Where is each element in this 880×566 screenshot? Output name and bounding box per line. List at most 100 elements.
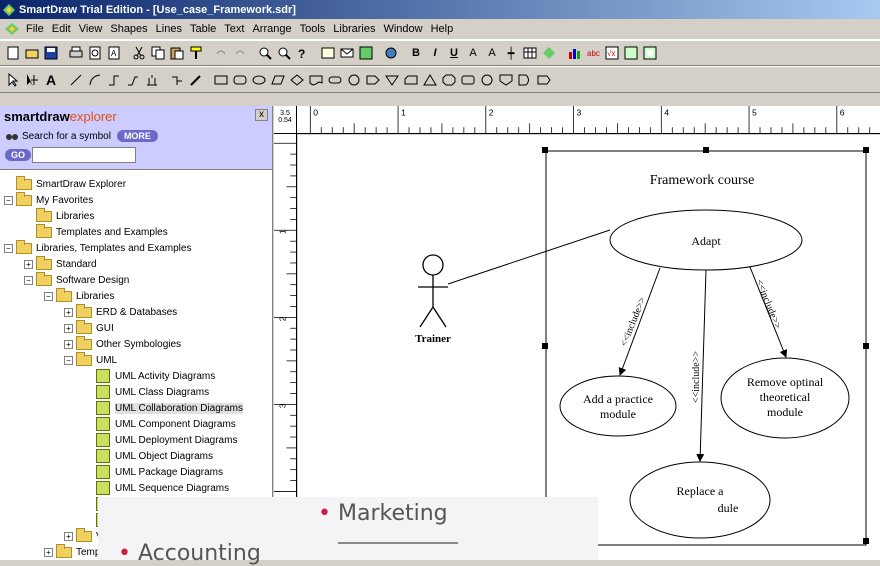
cut-icon[interactable]	[130, 44, 148, 62]
tree-node[interactable]: − Libraries	[44, 287, 114, 304]
tree-node[interactable]: SmartDraw Explorer	[4, 175, 126, 192]
shield-shape-icon[interactable]	[497, 71, 515, 89]
tree-node[interactable]: UML Component Diagrams	[84, 416, 236, 432]
handle-bottom-right[interactable]	[863, 538, 869, 544]
tree-node[interactable]: − Libraries, Templates and Examples	[4, 239, 191, 256]
insert-picture-icon[interactable]	[319, 44, 337, 62]
pencil-tool-icon[interactable]	[187, 71, 205, 89]
expand-icon[interactable]: +	[44, 547, 53, 557]
handle-middle-right[interactable]	[863, 343, 869, 349]
paste-icon[interactable]	[168, 44, 186, 62]
menu-window[interactable]: Window	[383, 23, 422, 35]
underline-icon[interactable]: U	[445, 44, 463, 62]
format-painter-icon[interactable]	[187, 44, 205, 62]
cloud-tool-icon[interactable]	[478, 71, 496, 89]
menu-tools[interactable]: Tools	[300, 23, 326, 35]
email-icon[interactable]	[338, 44, 356, 62]
menu-edit[interactable]: Edit	[52, 23, 71, 35]
collapse-icon[interactable]: −	[4, 195, 13, 205]
save-icon[interactable]	[42, 44, 60, 62]
zoom-out-icon[interactable]	[275, 44, 293, 62]
handle-top-left[interactable]	[542, 147, 548, 153]
triangle-up-icon[interactable]	[421, 71, 439, 89]
tree-node[interactable]: UML Class Diagrams	[84, 384, 209, 400]
collapse-icon[interactable]: −	[24, 275, 33, 285]
collapse-icon[interactable]: −	[4, 243, 13, 253]
menu-file[interactable]: File	[26, 23, 44, 35]
use-case-replace[interactable]	[629, 461, 771, 539]
menu-libraries[interactable]: Libraries	[333, 23, 375, 35]
tree-node[interactable]: + Temp	[44, 543, 100, 560]
spelling-icon[interactable]: A	[105, 44, 123, 62]
embed-icon[interactable]	[622, 44, 640, 62]
tree-node[interactable]: UML Sequence Diagrams	[84, 480, 229, 496]
menu-shapes[interactable]: Shapes	[110, 23, 147, 35]
document-shape-icon[interactable]	[307, 71, 325, 89]
delay-shape-icon[interactable]	[516, 71, 534, 89]
circle-tool-icon[interactable]	[345, 71, 363, 89]
web-icon[interactable]	[382, 44, 400, 62]
handle-top-right[interactable]	[863, 147, 869, 153]
redo-icon[interactable]	[231, 44, 249, 62]
document-icon[interactable]	[4, 22, 20, 36]
italic-icon[interactable]: I	[426, 44, 444, 62]
text-tool-icon[interactable]: A	[42, 71, 60, 89]
open-icon[interactable]	[23, 44, 41, 62]
tree-node[interactable]: UML Package Diagrams	[84, 464, 223, 480]
pointer-tool-icon[interactable]	[4, 71, 22, 89]
tree-node[interactable]: UML Deployment Diagrams	[84, 432, 237, 448]
properties-icon[interactable]	[641, 44, 659, 62]
zoom-in-icon[interactable]	[256, 44, 274, 62]
line-tool-icon[interactable]	[67, 71, 85, 89]
export-icon[interactable]	[357, 44, 375, 62]
rounded-rect-tool-icon[interactable]	[231, 71, 249, 89]
close-explorer-button[interactable]: x	[255, 109, 268, 121]
bold-icon[interactable]: B	[407, 44, 425, 62]
tree-node[interactable]: Templates and Examples	[24, 223, 168, 240]
menu-lines[interactable]: Lines	[156, 23, 182, 35]
handle-top-center[interactable]	[703, 147, 709, 153]
tree-node[interactable]: Libraries	[24, 207, 94, 224]
tree-node[interactable]: UML Object Diagrams	[84, 448, 213, 464]
expand-icon[interactable]: +	[64, 323, 73, 333]
menu-help[interactable]: Help	[431, 23, 454, 35]
menu-view[interactable]: View	[79, 23, 103, 35]
menu-table[interactable]: Table	[190, 23, 216, 35]
equation-icon[interactable]: √x	[603, 44, 621, 62]
octagon-tool-icon[interactable]	[440, 71, 458, 89]
tree-node[interactable]: + Standard	[24, 255, 97, 272]
tree-node[interactable]: − Software Design	[24, 271, 129, 288]
print-icon[interactable]	[67, 44, 85, 62]
ellipse-tool-icon[interactable]	[250, 71, 268, 89]
expand-icon[interactable]: +	[64, 339, 73, 349]
menu-arrange[interactable]: Arrange	[252, 23, 291, 35]
arrow-shape-icon[interactable]	[364, 71, 382, 89]
new-icon[interactable]	[4, 44, 22, 62]
curve-line-icon[interactable]	[124, 71, 142, 89]
align-icon[interactable]: ┿	[502, 44, 520, 62]
use-case-add-practice[interactable]	[559, 375, 677, 437]
menu-text[interactable]: Text	[224, 23, 244, 35]
tree-node[interactable]: UML Activity Diagrams	[84, 368, 215, 384]
connector-tool-icon[interactable]	[23, 71, 41, 89]
spell-check-icon[interactable]: abc	[584, 44, 602, 62]
tree-node[interactable]: +V	[64, 527, 103, 544]
undo-icon[interactable]	[212, 44, 230, 62]
arc-tool-icon[interactable]	[86, 71, 104, 89]
more-button[interactable]: MORE	[116, 130, 158, 142]
diamond-tool-icon[interactable]	[288, 71, 306, 89]
font-size-increase-icon[interactable]: A	[483, 44, 501, 62]
triangle-down-icon[interactable]	[383, 71, 401, 89]
card-shape-icon[interactable]	[402, 71, 420, 89]
step-line-icon[interactable]	[105, 71, 123, 89]
print-preview-icon[interactable]	[86, 44, 104, 62]
handle-middle-left[interactable]	[542, 343, 548, 349]
hexagon-tool-icon[interactable]	[535, 71, 553, 89]
branch-tool-icon[interactable]	[168, 71, 186, 89]
tree-node[interactable]: − My Favorites	[4, 191, 93, 208]
expand-icon[interactable]: +	[24, 259, 33, 269]
rectangle-tool-icon[interactable]	[212, 71, 230, 89]
help-icon[interactable]: ?	[294, 44, 312, 62]
tree-line-icon[interactable]	[143, 71, 161, 89]
tree-node[interactable]: + Other Symbologies	[64, 335, 181, 352]
